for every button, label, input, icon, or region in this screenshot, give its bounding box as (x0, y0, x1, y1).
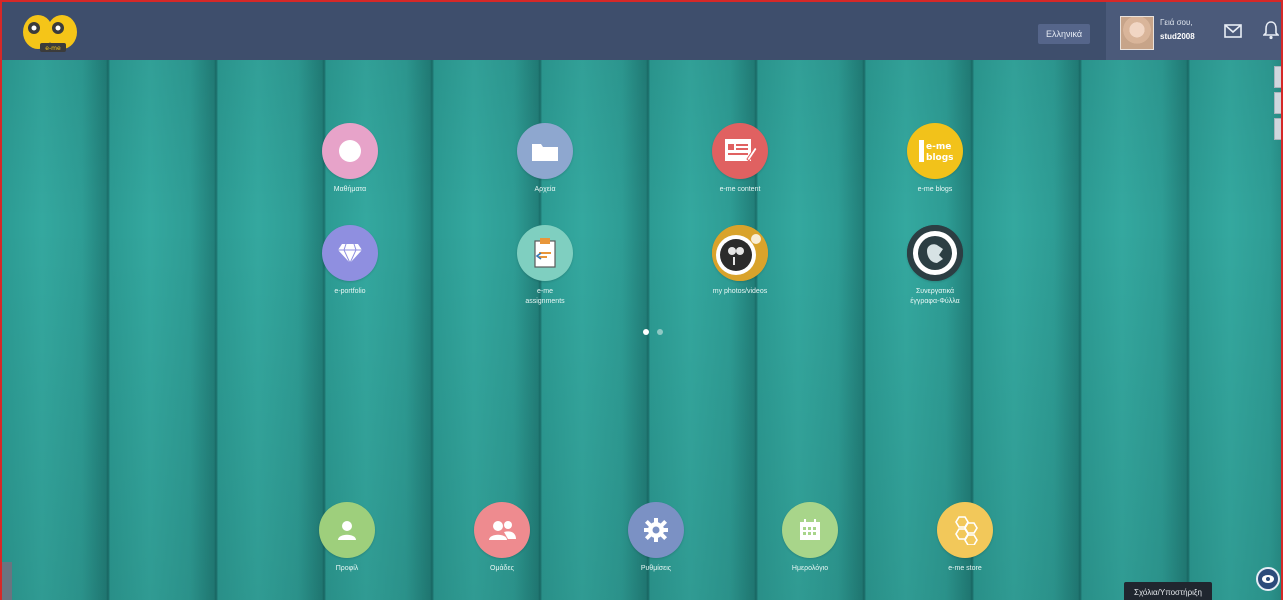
group-icon (474, 502, 530, 558)
dock-label: e-me store (948, 565, 982, 572)
diamond-icon (322, 225, 378, 281)
photos-icon (712, 225, 768, 281)
circle-icon (322, 123, 378, 179)
accessibility-button[interactable] (1256, 567, 1280, 591)
mail-icon[interactable] (1224, 24, 1242, 38)
app-portfolio[interactable]: e-portfolio (295, 225, 405, 297)
folder-icon (517, 123, 573, 179)
svg-text:e-me: e-me (926, 142, 951, 152)
side-tab-2[interactable] (1274, 92, 1281, 114)
app-label: Μαθήματα (333, 186, 367, 193)
eye-icon (1262, 575, 1274, 583)
app-label: Αρχεία (534, 186, 556, 193)
bell-icon[interactable] (1263, 20, 1279, 40)
username-text: stud2008 (1160, 32, 1195, 41)
top-bar: e-me Ελληνικά Γειά σου, stud2008 (2, 2, 1281, 60)
page-dot[interactable] (657, 329, 663, 335)
app-content[interactable]: e-me content (685, 123, 795, 195)
dock-label: Ρυθμίσεις (640, 565, 672, 572)
app-label: e-me assignments (525, 288, 565, 305)
collab-docs-icon (907, 225, 963, 281)
dock-groups[interactable]: Ομάδες (447, 502, 557, 574)
app-label: my photos/videos (712, 288, 768, 295)
app-label: e-me content (719, 186, 761, 193)
left-panel-edge (2, 562, 12, 600)
svg-text:e-me: e-me (45, 45, 61, 52)
side-tab-3[interactable] (1274, 118, 1281, 140)
gear-icon (628, 502, 684, 558)
pagination-dots (643, 322, 671, 340)
dock-label: Ημερολόγιο (791, 565, 829, 572)
app-label: Συνεργατικά έγγραφα-Φύλλα (910, 288, 960, 305)
greeting-text: Γειά σου, (1160, 18, 1193, 27)
dock-profile[interactable]: Προφίλ (292, 502, 402, 574)
side-tab-1[interactable] (1274, 66, 1281, 88)
dock-label: Ομάδες (490, 565, 514, 572)
avatar[interactable] (1120, 16, 1154, 50)
app-photos[interactable]: my photos/videos (685, 225, 795, 297)
e-me-logo[interactable]: e-me (18, 10, 86, 54)
user-menu[interactable]: Γειά σου, stud2008 (1106, 2, 1281, 60)
app-courses[interactable]: Μαθήματα (295, 123, 405, 195)
clipboard-icon (517, 225, 573, 281)
blogs-icon: e-me blogs (907, 123, 963, 179)
app-collab-docs[interactable]: Συνεργατικά έγγραφα-Φύλλα (880, 225, 990, 307)
content-editor-icon (712, 123, 768, 179)
calendar-icon (782, 502, 838, 558)
feedback-support-button[interactable]: Σχόλια/Υποστήριξη (1124, 582, 1212, 600)
app-files[interactable]: Αρχεία (490, 123, 600, 195)
dock-label: Προφίλ (335, 565, 359, 572)
page-dot-active[interactable] (643, 329, 649, 335)
user-icon (319, 502, 375, 558)
dock-store[interactable]: e-me store (910, 502, 1020, 574)
hive-icon (937, 502, 993, 558)
language-button[interactable]: Ελληνικά (1038, 24, 1091, 44)
svg-text:blogs: blogs (926, 153, 953, 163)
app-label: e-me blogs (917, 186, 953, 193)
dock-calendar[interactable]: Ημερολόγιο (755, 502, 865, 574)
dock-settings[interactable]: Ρυθμίσεις (601, 502, 711, 574)
app-assignments[interactable]: e-me assignments (490, 225, 600, 307)
desktop-frame: e-me Ελληνικά Γειά σου, stud2008 Μαθήματ… (0, 0, 1283, 600)
app-label: e-portfolio (334, 288, 366, 295)
app-blogs[interactable]: e-me blogs e-me blogs (880, 123, 990, 195)
